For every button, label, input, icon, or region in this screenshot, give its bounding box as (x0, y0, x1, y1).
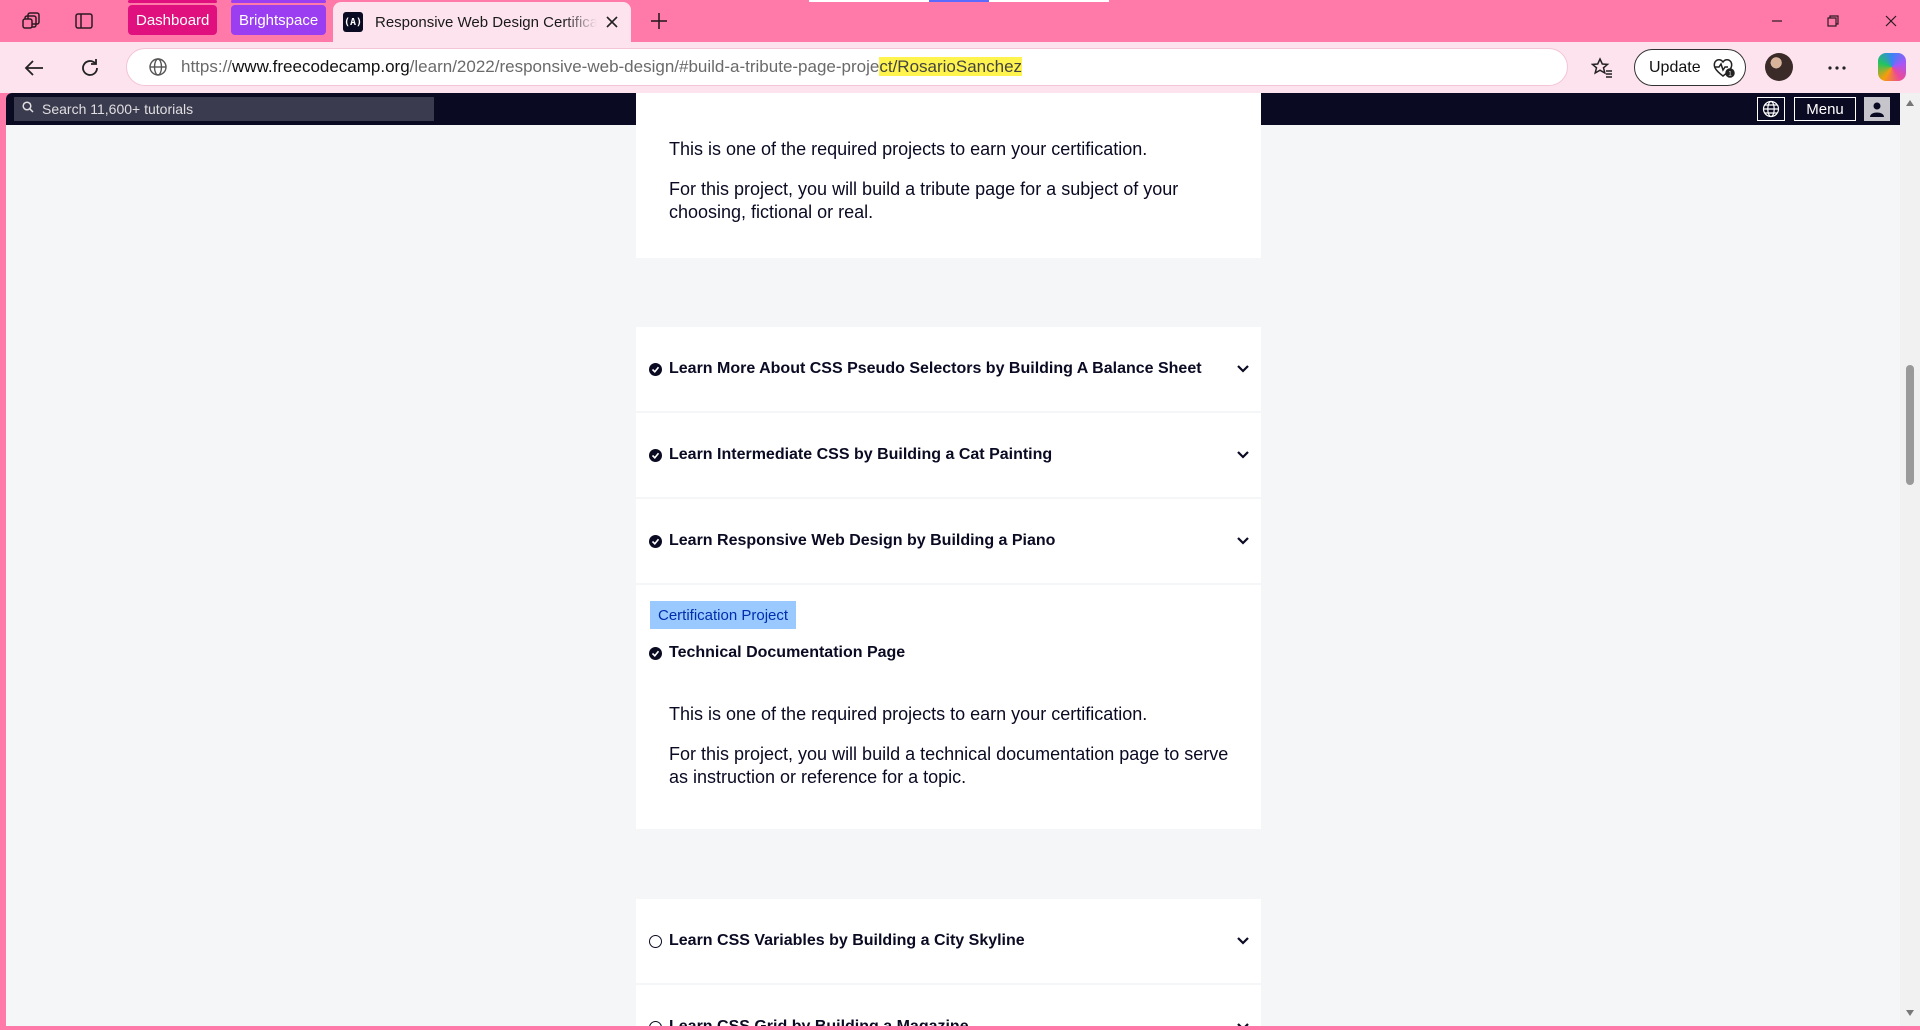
back-icon[interactable] (18, 52, 50, 84)
user-avatar-icon[interactable] (1864, 97, 1890, 121)
check-circle-icon (649, 362, 662, 376)
page-viewport: Search 11,600+ tutorials freeCodeCamp(A)… (6, 93, 1920, 1026)
active-tab[interactable]: (A) Responsive Web Design Certificat (333, 2, 631, 42)
block-title: Learn CSS Variables by Building a City S… (669, 932, 1025, 949)
top-strip (809, 0, 929, 2)
project-title-link[interactable]: Technical Documentation Page (669, 644, 905, 662)
workspaces-icon[interactable] (14, 6, 50, 36)
chevron-down-icon[interactable] (1235, 1019, 1251, 1026)
tab-actions-icon[interactable] (66, 6, 102, 36)
url-highlight: ct/RosarioSanchez (879, 57, 1023, 76)
tab-group-dashboard[interactable]: Dashboard (128, 0, 218, 35)
tab-group-bar (231, 0, 327, 3)
block-title: Learn Responsive Web Design by Building … (669, 532, 1056, 549)
page-scrollbar[interactable] (1900, 93, 1920, 1026)
globe-icon[interactable] (147, 56, 169, 78)
block-row[interactable]: Learn Responsive Web Design by Building … (636, 499, 1261, 583)
close-window-icon[interactable] (1868, 6, 1914, 36)
certification-badge: Certification Project (650, 601, 797, 629)
chevron-down-icon[interactable] (1235, 447, 1251, 463)
more-options-icon[interactable] (1820, 52, 1854, 84)
block-title: Learn More About CSS Pseudo Selectors by… (669, 360, 1202, 377)
block-row[interactable]: Learn CSS Grid by Building a Magazine (636, 985, 1261, 1026)
cert-para-2: For this project, you will build a techn… (669, 744, 1229, 787)
refresh-icon[interactable] (74, 52, 106, 84)
chevron-down-icon[interactable] (1235, 933, 1251, 949)
check-circle-icon (649, 448, 662, 462)
cert-para-1: This is one of the required projects to … (669, 704, 1148, 724)
minimize-icon[interactable] (1754, 6, 1800, 36)
block-row[interactable]: Learn More About CSS Pseudo Selectors by… (636, 327, 1261, 411)
tab-group-brightspace[interactable]: Brightspace (231, 0, 327, 35)
close-tab-icon[interactable] (603, 13, 621, 31)
tab-title: Responsive Web Design Certificat (375, 13, 597, 31)
menu-button[interactable]: Menu (1794, 97, 1856, 121)
language-globe-icon[interactable] (1757, 97, 1785, 121)
address-bar-row: https://www.freecodecamp.org/learn/2022/… (0, 42, 1920, 93)
new-tab-icon[interactable] (644, 6, 674, 36)
update-button[interactable]: Update 1 (1634, 49, 1746, 86)
tribute-project-card: This is one of the required projects to … (636, 93, 1261, 258)
heartbeat-icon: 1 (1711, 57, 1735, 84)
check-circle-icon (649, 647, 662, 660)
top-strip-accent (929, 0, 989, 2)
browser-tab-bar: Dashboard Brightspace (A) Responsive Web… (0, 0, 1920, 42)
top-strip (989, 0, 1109, 2)
tribute-para-1: This is one of the required projects to … (669, 139, 1148, 159)
check-circle-icon (649, 534, 662, 548)
block-title: Learn Intermediate CSS by Building a Cat… (669, 446, 1053, 463)
restore-icon[interactable] (1810, 6, 1856, 36)
block-row[interactable]: Learn CSS Variables by Building a City S… (636, 899, 1261, 983)
freecodecamp-favicon-icon: (A) (343, 12, 363, 32)
chevron-down-icon[interactable] (1235, 533, 1251, 549)
chevron-down-icon[interactable] (1235, 361, 1251, 377)
empty-circle-icon (649, 1020, 662, 1026)
scroll-down-icon[interactable] (1904, 1007, 1916, 1019)
scrollbar-thumb[interactable] (1906, 365, 1914, 485)
url-text[interactable]: https://www.freecodecamp.org/learn/2022/… (181, 57, 1023, 77)
url-path: /learn/2022/responsive-web-design/#build… (409, 57, 880, 76)
tab-group-label: Brightspace (239, 11, 319, 29)
url-host: www.freecodecamp.org (232, 57, 410, 76)
url-bar[interactable]: https://www.freecodecamp.org/learn/2022/… (126, 48, 1568, 86)
copilot-icon[interactable] (1878, 53, 1906, 81)
tribute-para-2: For this project, you will build a tribu… (669, 179, 1179, 222)
url-prefix: https:// (181, 57, 233, 76)
scroll-up-icon[interactable] (1904, 97, 1916, 109)
block-row[interactable]: Learn Intermediate CSS by Building a Cat… (636, 413, 1261, 497)
tab-group-bar (128, 0, 218, 3)
update-label: Update (1649, 58, 1701, 76)
empty-circle-icon (649, 934, 662, 948)
certification-project-card: Certification Project Technical Document… (636, 585, 1261, 829)
favorites-icon[interactable] (1585, 52, 1619, 84)
profile-avatar[interactable] (1765, 53, 1793, 81)
tab-group-label: Dashboard (136, 11, 210, 29)
block-title: Learn CSS Grid by Building a Magazine (669, 1018, 969, 1026)
